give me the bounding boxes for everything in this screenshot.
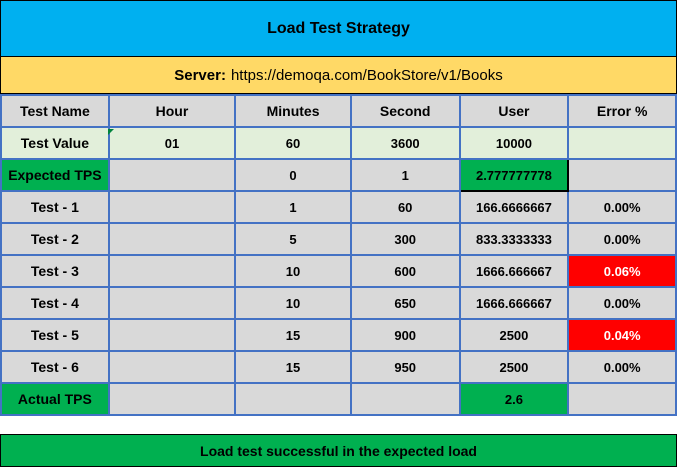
- hour-cell[interactable]: [107, 222, 237, 256]
- comment-indicator-icon: [108, 129, 114, 135]
- table-row: Actual TPS 2.6: [0, 382, 677, 416]
- second-cell[interactable]: 3600: [349, 126, 461, 160]
- header-row: Test Name Hour Minutes Second User Error…: [0, 94, 677, 128]
- row-label-cell[interactable]: Test - 2: [0, 222, 110, 256]
- row-label-cell[interactable]: Expected TPS: [0, 158, 110, 192]
- row-label-cell[interactable]: Test Value: [0, 126, 110, 160]
- table-row: Test - 6 15 950 2500 0.00%: [0, 350, 677, 384]
- page-title: Load Test Strategy: [267, 19, 410, 37]
- error-cell[interactable]: [567, 382, 677, 416]
- minutes-cell[interactable]: 0: [234, 158, 352, 192]
- second-cell[interactable]: 650: [349, 286, 461, 320]
- header-cell-error[interactable]: Error %: [567, 94, 677, 128]
- error-cell-highlighted[interactable]: 0.06%: [567, 254, 677, 288]
- hour-cell[interactable]: [107, 318, 237, 352]
- hour-cell[interactable]: [107, 350, 237, 384]
- second-cell[interactable]: 1: [349, 158, 461, 192]
- user-cell[interactable]: 166.6666667: [458, 190, 570, 224]
- row-label-cell[interactable]: Test - 4: [0, 286, 110, 320]
- user-cell-actual-tps[interactable]: 2.6: [458, 382, 570, 416]
- second-cell[interactable]: 900: [349, 318, 461, 352]
- minutes-cell[interactable]: [234, 382, 352, 416]
- hour-cell[interactable]: [107, 158, 237, 192]
- minutes-cell[interactable]: 10: [234, 286, 352, 320]
- table-row: Test - 1 1 60 166.6666667 0.00%: [0, 190, 677, 224]
- second-cell[interactable]: 60: [349, 190, 461, 224]
- minutes-cell[interactable]: 1: [234, 190, 352, 224]
- table-row: Expected TPS 0 1 2.777777778: [0, 158, 677, 192]
- header-cell-user[interactable]: User: [458, 94, 570, 128]
- load-test-table: Test Name Hour Minutes Second User Error…: [0, 94, 677, 416]
- hour-cell[interactable]: [107, 254, 237, 288]
- second-cell[interactable]: [349, 382, 461, 416]
- error-cell-highlighted[interactable]: 0.04%: [567, 318, 677, 352]
- user-cell[interactable]: 833.3333333: [458, 222, 570, 256]
- header-cell-test-name[interactable]: Test Name: [0, 94, 110, 128]
- table-row: Test - 4 10 650 1666.666667 0.00%: [0, 286, 677, 320]
- minutes-cell[interactable]: 60: [234, 126, 352, 160]
- hour-cell[interactable]: [107, 190, 237, 224]
- header-cell-minutes[interactable]: Minutes: [234, 94, 352, 128]
- minutes-cell[interactable]: 15: [234, 350, 352, 384]
- result-message: Load test successful in the expected loa…: [200, 442, 477, 459]
- table-row: Test - 5 15 900 2500 0.04%: [0, 318, 677, 352]
- second-cell[interactable]: 300: [349, 222, 461, 256]
- error-cell[interactable]: [567, 126, 677, 160]
- result-cell[interactable]: Load test successful in the expected loa…: [0, 434, 677, 467]
- spreadsheet: Load Test Strategy Server: https://demoq…: [0, 0, 677, 467]
- hour-cell[interactable]: [107, 286, 237, 320]
- error-cell[interactable]: 0.00%: [567, 222, 677, 256]
- error-cell[interactable]: 0.00%: [567, 286, 677, 320]
- header-cell-second[interactable]: Second: [349, 94, 461, 128]
- user-cell[interactable]: 2500: [458, 318, 570, 352]
- table-row: Test Value 01 60 3600 10000: [0, 126, 677, 160]
- title-cell[interactable]: Load Test Strategy: [0, 0, 677, 57]
- error-cell[interactable]: 0.00%: [567, 190, 677, 224]
- user-cell[interactable]: 10000: [458, 126, 570, 160]
- hour-cell[interactable]: 01: [107, 126, 237, 160]
- hour-cell[interactable]: [107, 382, 237, 416]
- row-label-cell[interactable]: Test - 1: [0, 190, 110, 224]
- server-cell[interactable]: Server: https://demoqa.com/BookStore/v1/…: [0, 57, 677, 94]
- row-label-cell[interactable]: Test - 6: [0, 350, 110, 384]
- table-row: Test - 3 10 600 1666.666667 0.06%: [0, 254, 677, 288]
- server-label: Server:: [174, 66, 226, 84]
- second-cell[interactable]: 600: [349, 254, 461, 288]
- minutes-cell[interactable]: 5: [234, 222, 352, 256]
- minutes-cell[interactable]: 15: [234, 318, 352, 352]
- error-cell[interactable]: [567, 158, 677, 192]
- header-cell-hour[interactable]: Hour: [107, 94, 237, 128]
- user-cell-selected[interactable]: 2.777777778: [458, 158, 570, 192]
- server-url: https://demoqa.com/BookStore/v1/Books: [230, 66, 503, 84]
- error-cell[interactable]: 0.00%: [567, 350, 677, 384]
- user-cell[interactable]: 1666.666667: [458, 254, 570, 288]
- row-label-cell[interactable]: Test - 3: [0, 254, 110, 288]
- row-label-cell[interactable]: Test - 5: [0, 318, 110, 352]
- table-row: Test - 2 5 300 833.3333333 0.00%: [0, 222, 677, 256]
- user-cell[interactable]: 2500: [458, 350, 570, 384]
- row-label-cell[interactable]: Actual TPS: [0, 382, 110, 416]
- user-cell[interactable]: 1666.666667: [458, 286, 570, 320]
- second-cell[interactable]: 950: [349, 350, 461, 384]
- minutes-cell[interactable]: 10: [234, 254, 352, 288]
